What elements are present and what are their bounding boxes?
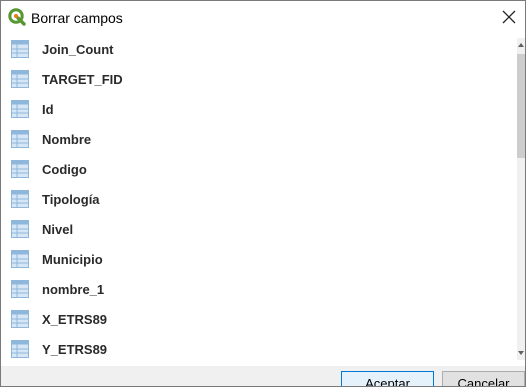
qgis-icon	[8, 8, 26, 26]
list-item-tipologia[interactable]: Tipología	[1, 184, 517, 214]
vertical-scrollbar[interactable]	[517, 38, 525, 360]
button-bar: Aceptar Cancelar	[1, 366, 525, 386]
list-item-x-etrs89[interactable]: X_ETRS89	[1, 304, 517, 334]
borrar-campos-dialog: Borrar campos Join_Count TARGET_FID Id N…	[0, 0, 526, 387]
close-icon	[502, 10, 516, 24]
list-item-nombre[interactable]: Nombre	[1, 124, 517, 154]
list-item-label: Tipología	[42, 191, 100, 207]
list-item-label: nombre_1	[42, 281, 105, 297]
field-icon	[11, 310, 29, 328]
list-item-label: TARGET_FID	[42, 71, 123, 87]
field-icon	[11, 130, 29, 148]
field-icon	[11, 40, 29, 58]
field-icon	[11, 190, 29, 208]
field-icon	[11, 250, 29, 268]
list-item-nivel[interactable]: Nivel	[1, 214, 517, 244]
list-item-label: Nivel	[42, 221, 74, 237]
list-item-label: Y_ETRS89	[42, 341, 108, 357]
list-item-label: Id	[42, 101, 54, 117]
list-item-nombre-1[interactable]: nombre_1	[1, 274, 517, 304]
title-bar: Borrar campos	[1, 1, 525, 34]
scrollbar-thumb[interactable]	[517, 54, 525, 158]
list-item-label: Nombre	[42, 131, 92, 147]
list-item-municipio[interactable]: Municipio	[1, 244, 517, 274]
window-title: Borrar campos	[31, 10, 123, 26]
list-item-label: Codigo	[42, 161, 87, 177]
scroll-up-arrow-icon[interactable]	[517, 38, 525, 52]
list-item-y-etrs89[interactable]: Y_ETRS89	[1, 334, 517, 364]
close-button[interactable]	[495, 3, 523, 31]
list-item-join-count[interactable]: Join_Count	[1, 34, 517, 64]
accept-button[interactable]: Aceptar	[341, 371, 434, 386]
list-item-codigo[interactable]: Codigo	[1, 154, 517, 184]
field-icon	[11, 160, 29, 178]
field-icon	[11, 220, 29, 238]
field-icon	[11, 70, 29, 88]
list-item-target-fid[interactable]: TARGET_FID	[1, 64, 517, 94]
field-icon	[11, 100, 29, 118]
field-icon	[11, 340, 29, 358]
scroll-down-arrow-icon[interactable]	[517, 346, 525, 360]
cancel-button[interactable]: Cancelar	[442, 371, 525, 386]
list-item-label: Join_Count	[42, 41, 114, 57]
list-item-label: X_ETRS89	[42, 311, 108, 327]
field-list[interactable]: Join_Count TARGET_FID Id Nombre Codigo T…	[1, 34, 517, 366]
list-item-label: Municipio	[42, 251, 103, 267]
field-icon	[11, 280, 29, 298]
list-item-id[interactable]: Id	[1, 94, 517, 124]
